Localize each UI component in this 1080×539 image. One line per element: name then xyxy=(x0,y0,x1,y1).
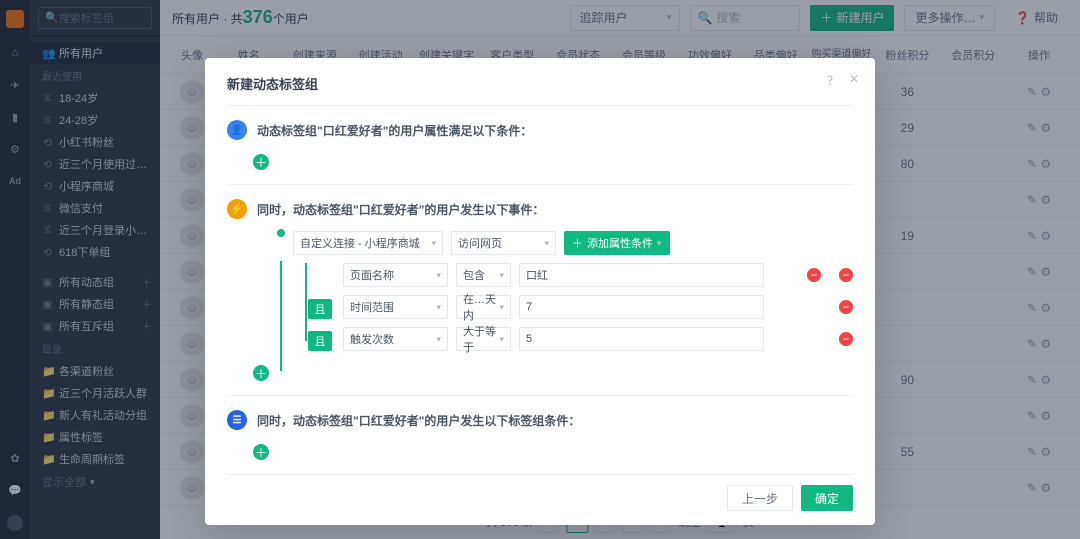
modal-mask: 新建动态标签组 ？ ✕ 👤动态标签组"口红爱好者"的用户属性满足以下条件： ＋ … xyxy=(0,0,1080,539)
chevron-down-icon: ▾ xyxy=(431,238,436,249)
connector-line xyxy=(280,261,282,371)
add-tag-condition[interactable]: ＋ xyxy=(253,444,269,460)
sub-connector xyxy=(305,263,307,341)
delete-row-1[interactable]: − xyxy=(807,268,821,282)
flash-icon: ⚡ xyxy=(227,199,247,219)
value-days[interactable] xyxy=(519,295,764,319)
ok-button[interactable]: 确定 xyxy=(801,485,853,511)
chevron-down-icon: ▾ xyxy=(544,238,549,249)
and-tag-2[interactable]: 且 xyxy=(308,331,332,351)
chevron-down-icon: ▾ xyxy=(436,270,441,281)
connector-dot xyxy=(277,229,285,237)
plus-icon: ＋ xyxy=(572,235,583,251)
delete-row-2[interactable]: − xyxy=(839,300,853,314)
field-trigger-count[interactable]: 触发次数▾ xyxy=(343,327,448,351)
chevron-down-icon: ▾ xyxy=(436,334,441,345)
chevron-down-icon: ▾ xyxy=(499,302,504,313)
prev-button[interactable]: 上一步 xyxy=(727,485,793,511)
op-contains[interactable]: 包含▾ xyxy=(456,263,511,287)
create-dynamic-group-modal: 新建动态标签组 ？ ✕ 👤动态标签组"口红爱好者"的用户属性满足以下条件： ＋ … xyxy=(205,58,875,525)
section-event-title: 同时，动态标签组"口红爱好者"的用户发生以下事件： xyxy=(257,201,544,218)
section-tag-title: 同时，动态标签组"口红爱好者"的用户发生以下标签组条件： xyxy=(257,412,580,429)
modal-close-icon[interactable]: ✕ xyxy=(849,72,859,86)
field-time-range[interactable]: 时间范围▾ xyxy=(343,295,448,319)
section-tag-cond: ☰ 同时，动态标签组"口红爱好者"的用户发生以下标签组条件： ＋ xyxy=(227,395,853,474)
chevron-down-icon: ▾ xyxy=(499,270,504,281)
section-events: ⚡ 同时，动态标签组"口红爱好者"的用户发生以下事件： 自定义连接 - 小程序商城… xyxy=(227,184,853,395)
value-count[interactable] xyxy=(519,327,764,351)
value-page[interactable] xyxy=(519,263,764,287)
field-page-name[interactable]: 页面名称▾ xyxy=(343,263,448,287)
chevron-down-icon: ▾ xyxy=(499,334,504,345)
delete-group[interactable]: − xyxy=(839,268,853,282)
and-tag-1[interactable]: 且 xyxy=(308,299,332,319)
op-days[interactable]: 在…天内▾ xyxy=(456,295,511,319)
add-attr-button[interactable]: ＋添加属性条件▾ xyxy=(564,231,670,255)
chevron-down-icon: ▾ xyxy=(657,238,662,249)
action-select[interactable]: 访问网页▾ xyxy=(451,231,556,255)
connection-select[interactable]: 自定义连接 - 小程序商城▾ xyxy=(293,231,443,255)
add-attr-condition[interactable]: ＋ xyxy=(253,154,269,170)
add-event[interactable]: ＋ xyxy=(253,365,269,381)
modal-help-icon[interactable]: ？ xyxy=(827,72,839,89)
section-attr-title: 动态标签组"口红爱好者"的用户属性满足以下条件： xyxy=(257,122,532,139)
delete-row-3[interactable]: − xyxy=(839,332,853,346)
section-attributes: 👤 动态标签组"口红爱好者"的用户属性满足以下条件： ＋ xyxy=(227,105,853,184)
list-icon: ☰ xyxy=(227,410,247,430)
user-icon: 👤 xyxy=(227,120,247,140)
chevron-down-icon: ▾ xyxy=(436,302,441,313)
op-gte[interactable]: 大于等于▾ xyxy=(456,327,511,351)
modal-footer: 上一步 确定 xyxy=(227,474,853,511)
modal-title: 新建动态标签组 xyxy=(227,74,853,93)
